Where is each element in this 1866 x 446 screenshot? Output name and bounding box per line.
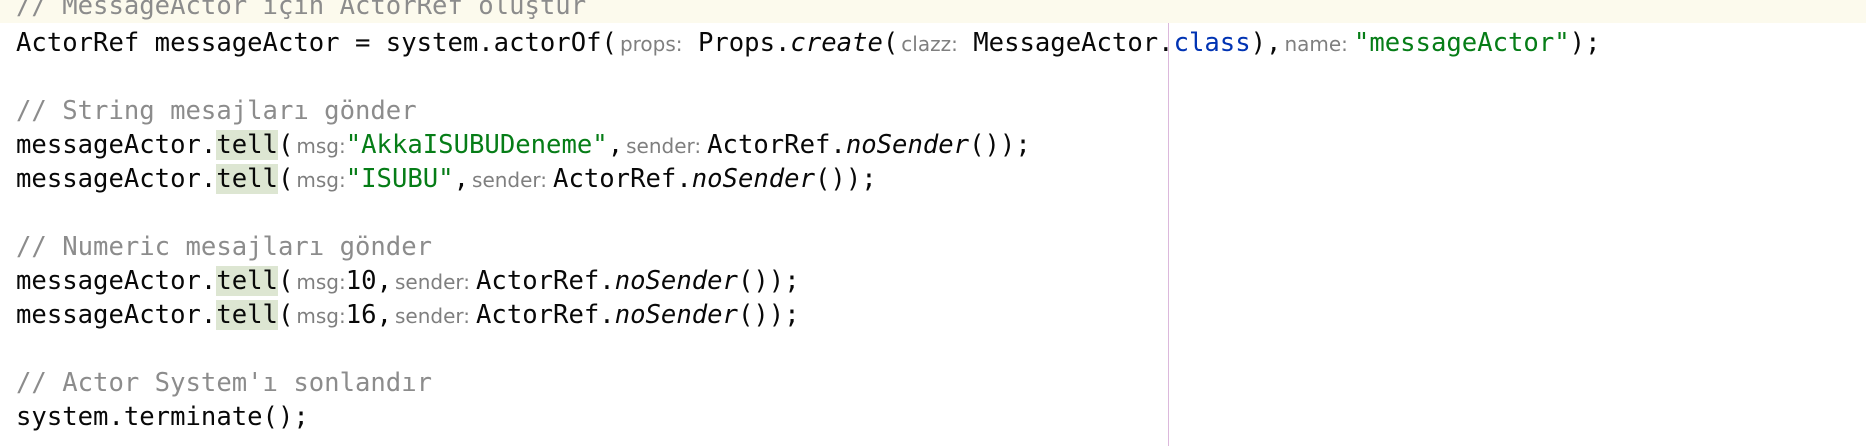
code-text: (	[277, 300, 294, 330]
code-text: messageActor.	[16, 130, 217, 160]
code-line-13[interactable]: system.terminate();	[0, 400, 1866, 434]
param-hint-sender: sender:	[394, 270, 470, 294]
code-text: ());	[815, 164, 877, 194]
param-hint-sender: sender:	[394, 304, 470, 328]
code-line-6[interactable]: messageActor.tell(msg:"ISUBU", sender: Act…	[0, 162, 1866, 196]
method-tell: tell	[216, 164, 278, 194]
comment: // MessageActor için ActorRef oluştur	[16, 0, 587, 21]
code-line-12[interactable]: // Actor System'ı sonlandır	[0, 366, 1866, 400]
code-text: ActorRef.	[476, 300, 615, 330]
code-text: ());	[969, 130, 1031, 160]
code-text: (	[277, 130, 294, 160]
number-literal: 16	[345, 300, 377, 330]
code-text: Props.	[697, 28, 791, 58]
param-hint-sender: sender:	[472, 168, 548, 192]
code-text: ,	[376, 266, 392, 296]
param-hint-msg: msg:	[296, 168, 346, 192]
param-hint-msg: msg:	[296, 270, 346, 294]
method-nosender: noSender	[614, 266, 738, 296]
code-text: ());	[737, 266, 800, 296]
code-text: system.terminate();	[16, 402, 309, 432]
param-hint-msg: msg:	[296, 304, 346, 328]
method-nosender: noSender	[845, 130, 970, 160]
code-text: ,	[607, 130, 624, 160]
code-line-5[interactable]: messageActor.tell(msg:"AkkaISUBUDeneme",…	[0, 128, 1866, 162]
code-line-9[interactable]: messageActor.tell(msg:10, sender: ActorRef…	[0, 264, 1866, 298]
string-literal: "AkkaISUBUDeneme"	[345, 130, 608, 160]
code-text: ActorRef.	[476, 266, 615, 296]
code-line-4[interactable]: // String mesajları gönder	[0, 94, 1866, 128]
code-text: ActorRef messageActor = system.actorOf(	[16, 28, 617, 58]
number-literal: 10	[345, 266, 377, 296]
comment: // String mesajları gönder	[16, 96, 417, 126]
code-text: messageActor.	[16, 300, 217, 330]
method-nosender: noSender	[614, 300, 738, 330]
code-text: ,	[376, 300, 392, 330]
code-text: ),	[1250, 28, 1282, 58]
code-text: ActorRef.	[553, 164, 692, 194]
code-line-1[interactable]: // MessageActor için ActorRef oluştur	[0, 0, 1866, 23]
param-hint-name: name:	[1284, 32, 1348, 56]
code-text: (	[277, 266, 294, 296]
code-line-8[interactable]: // Numeric mesajları gönder	[0, 230, 1866, 264]
comment: // Actor System'ı sonlandır	[16, 368, 433, 398]
param-hint-sender: sender:	[626, 134, 702, 158]
code-text: (	[882, 28, 899, 58]
code-editor[interactable]: // MessageActor için ActorRef oluştur Ac…	[0, 0, 1866, 446]
code-text: ());	[737, 300, 800, 330]
code-text: messageActor.	[16, 266, 217, 296]
method-tell: tell	[216, 266, 278, 296]
code-text: messageActor.	[16, 164, 217, 194]
code-text: (	[277, 164, 294, 194]
string-literal: "messageActor"	[1353, 28, 1570, 58]
code-text: ,	[453, 164, 470, 194]
param-hint-props: props:	[619, 32, 683, 56]
code-text: MessageActor.	[973, 28, 1174, 58]
method-nosender: noSender	[691, 164, 816, 194]
param-hint-msg: msg:	[296, 134, 346, 158]
method-tell: tell	[216, 300, 278, 330]
code-line-2[interactable]: ActorRef messageActor = system.actorOf(p…	[0, 26, 1866, 60]
code-line-10[interactable]: messageActor.tell(msg:16, sender: ActorRef…	[0, 298, 1866, 332]
param-hint-clazz: clazz:	[901, 32, 958, 56]
method-create: create	[790, 28, 883, 58]
comment: // Numeric mesajları gönder	[16, 232, 433, 262]
string-literal: "ISUBU"	[345, 164, 454, 194]
method-tell: tell	[216, 130, 278, 160]
code-text: );	[1569, 28, 1601, 58]
keyword-class: class	[1173, 28, 1251, 58]
code-text: ActorRef.	[707, 130, 846, 160]
